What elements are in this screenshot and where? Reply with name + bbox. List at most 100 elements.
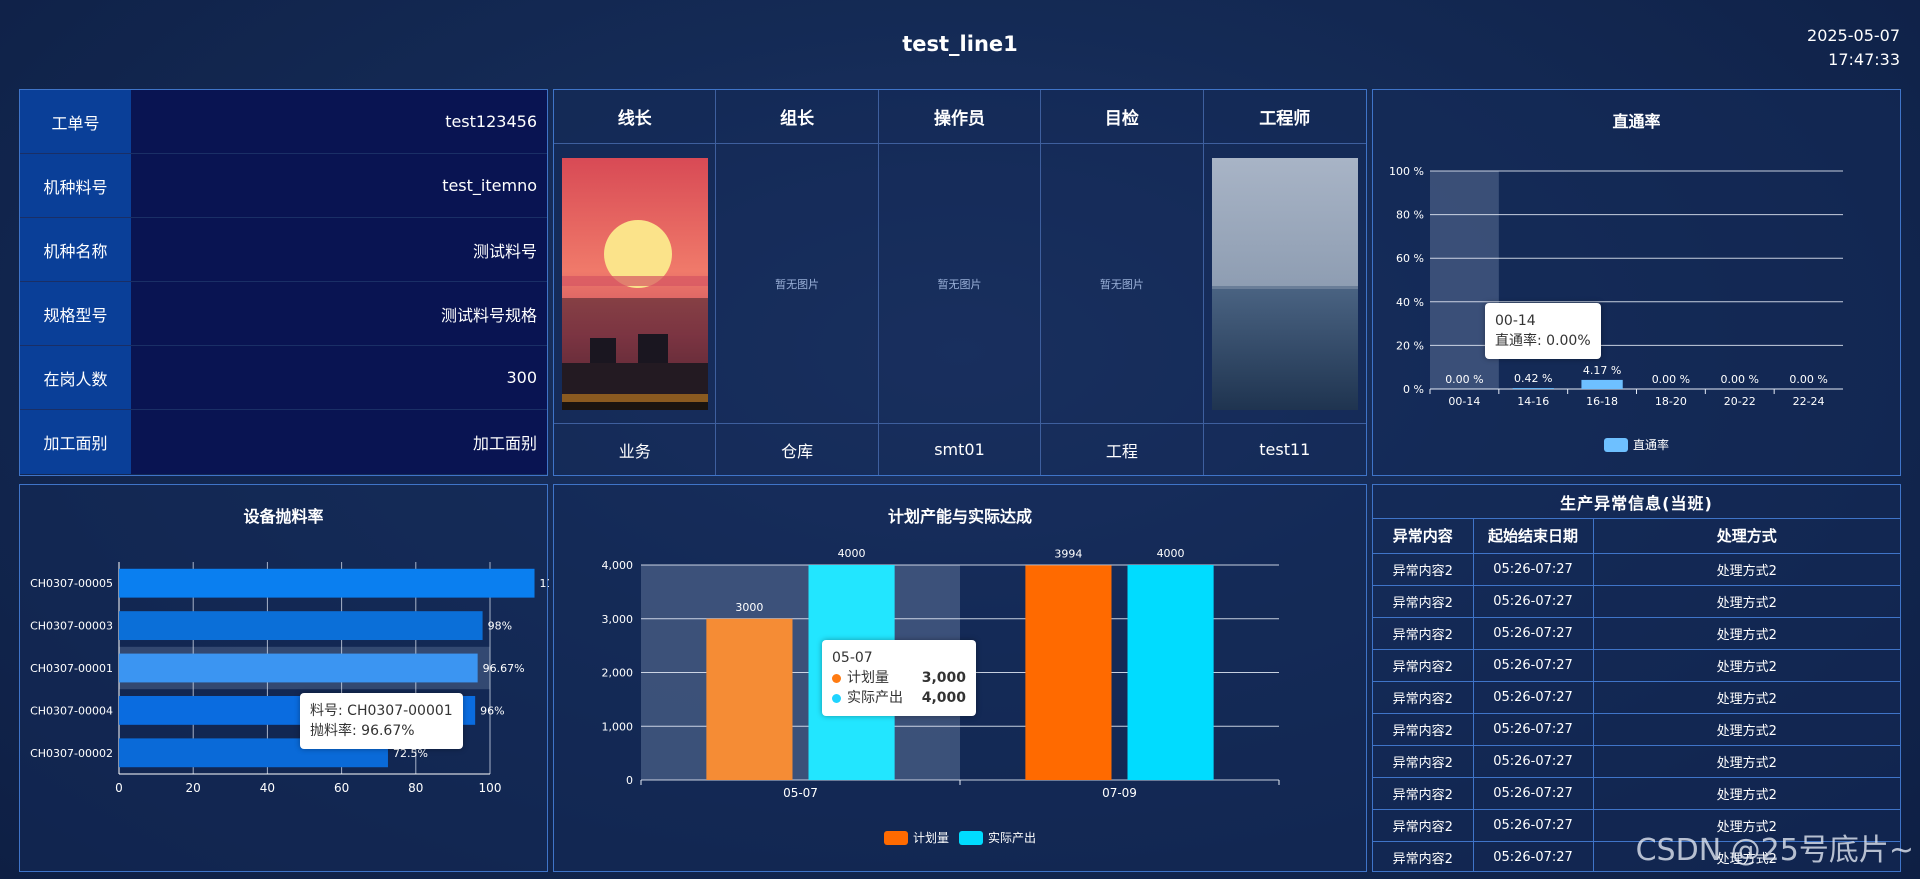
table-row[interactable]: 异常内容2 05:26-07:27 处理方式2 — [1373, 777, 1900, 810]
bar[interactable] — [119, 568, 535, 598]
legend-swatch — [959, 830, 983, 845]
y-tick-label: 1,000 — [602, 720, 634, 733]
info-value: test123456 — [131, 90, 547, 153]
tooltip-row-actual: 实际产出 4,000 — [832, 688, 966, 708]
y-tick-label: CH0307-00003 — [30, 620, 113, 633]
bar-value-label: 0.00 % — [1445, 373, 1483, 386]
x-tick-label: 40 — [260, 781, 275, 795]
y-tick-label: CH0307-00004 — [30, 704, 113, 717]
table-row[interactable]: 异常内容2 05:26-07:27 处理方式2 — [1373, 617, 1900, 650]
table-cell: 异常内容2 — [1373, 745, 1474, 778]
info-value: 测试料号规格 — [131, 282, 547, 345]
x-tick-label: 22-24 — [1793, 395, 1825, 408]
table-row[interactable]: 异常内容2 05:26-07:27 处理方式2 — [1373, 681, 1900, 714]
tooltip-value: 直通率: 0.00% — [1495, 333, 1591, 349]
bar-value-label: 3994 — [1054, 547, 1082, 560]
table-row[interactable]: 异常内容2 05:26-07:27 处理方式2 — [1373, 713, 1900, 746]
legend-item[interactable]: 实际产出 — [959, 829, 1036, 846]
info-label: 在岗人数 — [20, 346, 131, 409]
y-tick-label: 0 — [626, 774, 633, 787]
tooltip-series-value: 4,000 — [921, 690, 966, 706]
info-label: 机种名称 — [20, 218, 131, 281]
table-cell: 05:26-07:27 — [1473, 745, 1594, 778]
y-tick-label: 60 % — [1396, 252, 1424, 265]
table-header-row: 异常内容 起始结束日期 处理方式 — [1373, 519, 1900, 554]
y-tick-label: 4,000 — [602, 559, 634, 572]
table-row[interactable]: 异常内容2 05:26-07:27 处理方式2 — [1373, 553, 1900, 586]
table-row[interactable]: 异常内容2 05:26-07:27 处理方式2 — [1373, 585, 1900, 618]
bar[interactable] — [706, 618, 793, 780]
table-cell: 异常内容2 — [1373, 777, 1474, 810]
table-row[interactable]: 异常内容2 05:26-07:27 处理方式2 — [1373, 649, 1900, 682]
staff-table: 线长 组长 操作员 目检 工程师 暂无图片 暂无图片 暂无图片 业务 仓库 smt01 工程 test1… — [554, 90, 1366, 475]
x-tick-label: 07-09 — [1102, 786, 1137, 800]
table-cell: 异常内容2 — [1373, 585, 1474, 618]
bar[interactable] — [1025, 565, 1112, 780]
y-tick-label: 20 % — [1396, 339, 1424, 352]
column-header: 处理方式 — [1593, 519, 1900, 554]
bar-value-label: 4000 — [838, 547, 866, 560]
table-cell: 05:26-07:27 — [1473, 553, 1594, 586]
first-pass-yield-panel: 直通率 0 % 20 % 40 % 60 % 80 % 100 % 0.00 % 00-14 0… — [1372, 89, 1901, 476]
staff-role-header: 操作员 — [878, 90, 1042, 144]
bar-value-label: 98% — [488, 620, 512, 633]
tooltip-label: 05-07 — [832, 650, 873, 666]
x-tick-label: 16-18 — [1586, 395, 1618, 408]
first-pass-yield-chart[interactable]: 0 % 20 % 40 % 60 % 80 % 100 % 0.00 % 00-14 0.42 … — [1373, 90, 1902, 477]
staff-role-header: 组长 — [716, 90, 879, 144]
table-cell: 05:26-07:27 — [1473, 713, 1594, 746]
legend-item[interactable]: 直通率 — [1603, 436, 1669, 453]
no-image-placeholder: 暂无图片 — [937, 277, 982, 291]
legend-item[interactable]: 计划量 — [883, 829, 949, 846]
no-image-placeholder: 暂无图片 — [775, 277, 820, 291]
bar-value-label: 112% — [540, 577, 549, 590]
tooltip-series-name: 计划量 — [847, 670, 889, 686]
staff-name: test11 — [1259, 440, 1311, 459]
staff-photo-cell: 暂无图片 — [716, 144, 879, 424]
table-cell: 处理方式2 — [1593, 713, 1900, 746]
bar-value-label: 4000 — [1157, 547, 1185, 560]
throw-rate-chart[interactable]: 0 20 40 60 80 100 112% CH0307-00005 98% CH0307-00… — [20, 485, 549, 873]
info-value: test_itemno — [131, 154, 547, 217]
tooltip-series-name: 实际产出 — [847, 690, 903, 706]
legend-swatch — [883, 830, 908, 845]
staff-photo-sunset[interactable] — [561, 157, 708, 410]
tooltip-row-plan: 计划量 3,000 — [832, 668, 966, 688]
x-tick-label: 00-14 — [1448, 395, 1480, 408]
bar[interactable] — [1127, 565, 1214, 780]
table-cell: 处理方式2 — [1593, 617, 1900, 650]
bar-value-label: 0.00 % — [1789, 373, 1827, 386]
legend-label: 直通率 — [1632, 438, 1669, 452]
current-time: 17:47:33 — [1828, 50, 1900, 69]
staff-photo-cell — [554, 144, 717, 424]
bar[interactable] — [1512, 388, 1554, 389]
table-row[interactable]: 异常内容2 05:26-07:27 处理方式2 — [1373, 745, 1900, 778]
info-label: 机种料号 — [20, 154, 131, 217]
bar-value-label: 96% — [480, 704, 504, 717]
staff-photo-sea[interactable] — [1211, 157, 1358, 410]
staff-role-header: 工程师 — [1203, 90, 1366, 144]
tooltip-label: 00-14 — [1495, 313, 1536, 329]
info-row: 加工面别 加工面别 — [20, 410, 547, 474]
x-tick-label: 20-22 — [1724, 395, 1756, 408]
watermark: CSDN @25号底片~ — [1635, 833, 1914, 868]
y-tick-label: CH0307-00002 — [30, 747, 113, 760]
staff-panel: 线长 组长 操作员 目检 工程师 暂无图片 暂无图片 暂无图片 业务 仓库 smt01 工程 test1… — [553, 89, 1367, 476]
bar[interactable] — [1581, 379, 1623, 389]
staff-name: 业务 — [554, 424, 717, 475]
staff-photo-cell — [1203, 144, 1366, 424]
x-tick-label: 14-16 — [1517, 395, 1549, 408]
y-tick-label: CH0307-00001 — [30, 662, 113, 675]
bar[interactable] — [119, 611, 483, 641]
bar-value-label: 4.17 % — [1583, 364, 1621, 377]
tooltip-dot — [832, 673, 841, 683]
bar-value-label: 0.42 % — [1514, 372, 1552, 385]
x-tick-label: 05-07 — [783, 786, 818, 800]
staff-name: 仓库 — [716, 424, 879, 475]
y-tick-label: 3,000 — [602, 613, 634, 626]
y-tick-label: 100 % — [1389, 165, 1424, 178]
table-cell: 05:26-07:27 — [1473, 809, 1594, 842]
plan-vs-actual-legend[interactable]: 计划量 实际产出 — [554, 829, 1366, 846]
first-pass-yield-legend[interactable]: 直通率 — [1373, 436, 1900, 453]
bar[interactable] — [119, 653, 478, 683]
